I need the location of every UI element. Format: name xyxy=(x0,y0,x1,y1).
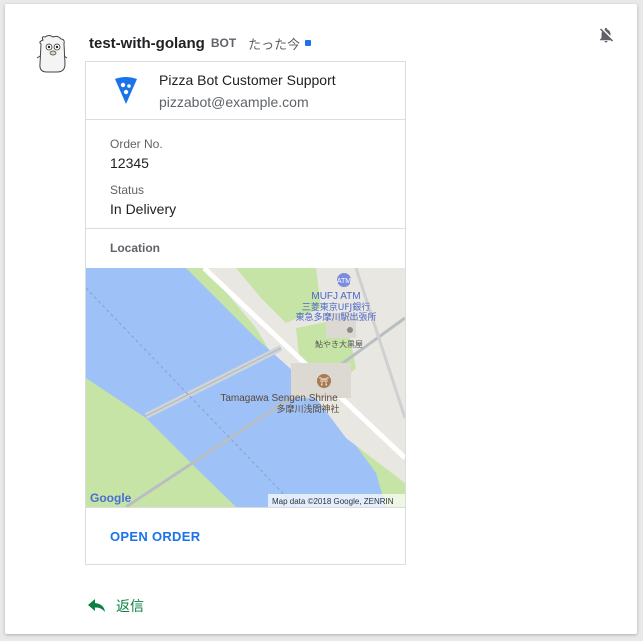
card-subtitle: pizzabot@example.com xyxy=(159,94,309,110)
svg-text:⛩: ⛩ xyxy=(319,377,329,386)
map-poi-atm-sub2: 東急多摩川駅出張所 xyxy=(295,311,376,323)
map-poi-shop: 鮎やき大黒屋 xyxy=(315,339,363,349)
pizza-slice-icon xyxy=(115,77,137,104)
bot-badge: BOT xyxy=(210,36,237,50)
map-poi-atm-sub1: 三菱東京UFJ銀行 xyxy=(302,301,370,313)
map-poi-shrine: Tamagawa Sengen Shrine xyxy=(220,393,338,404)
card-title: Pizza Bot Customer Support xyxy=(159,72,336,88)
status-dot xyxy=(305,40,312,46)
order-no-label: Order No. xyxy=(110,137,163,151)
status-value: In Delivery xyxy=(110,201,177,217)
svg-text:ATM: ATM xyxy=(337,278,351,285)
order-details: Order No. 12345 Status In Delivery xyxy=(86,120,405,229)
message-timestamp: たった今 xyxy=(248,36,301,52)
location-map[interactable]: ATM ⛩ MUFJ ATM 三菱東京UFJ銀行 東急多摩川駅出張所 鮎やき大黒… xyxy=(86,268,405,507)
order-no-value: 12345 xyxy=(110,155,149,171)
reply-button[interactable]: 返信 xyxy=(88,596,144,616)
location-label: Location xyxy=(110,241,160,255)
map-poi-shrine-sub: 多摩川浅間神社 xyxy=(276,403,339,415)
open-order-label: OPEN ORDER xyxy=(110,529,201,544)
reply-label: 返信 xyxy=(116,598,144,614)
status-label: Status xyxy=(110,183,145,197)
map-attribution: Map data ©2018 Google, ZENRIN xyxy=(272,497,394,506)
chat-message-card: test-with-golang BOT たった今 Pizza Bot Cust… xyxy=(5,4,637,634)
card-header: Pizza Bot Customer Support pizzabot@exam… xyxy=(86,62,405,120)
map-google-logo: Google xyxy=(90,491,132,505)
open-order-button[interactable]: OPEN ORDER xyxy=(86,507,405,565)
message-header: test-with-golang BOT たった今 xyxy=(89,34,312,52)
reply-arrow-icon xyxy=(88,599,105,612)
order-card: Pizza Bot Customer Support pizzabot@exam… xyxy=(85,61,406,565)
bot-avatar[interactable] xyxy=(35,34,69,74)
sender-name[interactable]: test-with-golang xyxy=(89,35,205,52)
map-poi-atm: MUFJ ATM xyxy=(311,291,360,302)
bell-off-icon[interactable] xyxy=(597,26,615,44)
